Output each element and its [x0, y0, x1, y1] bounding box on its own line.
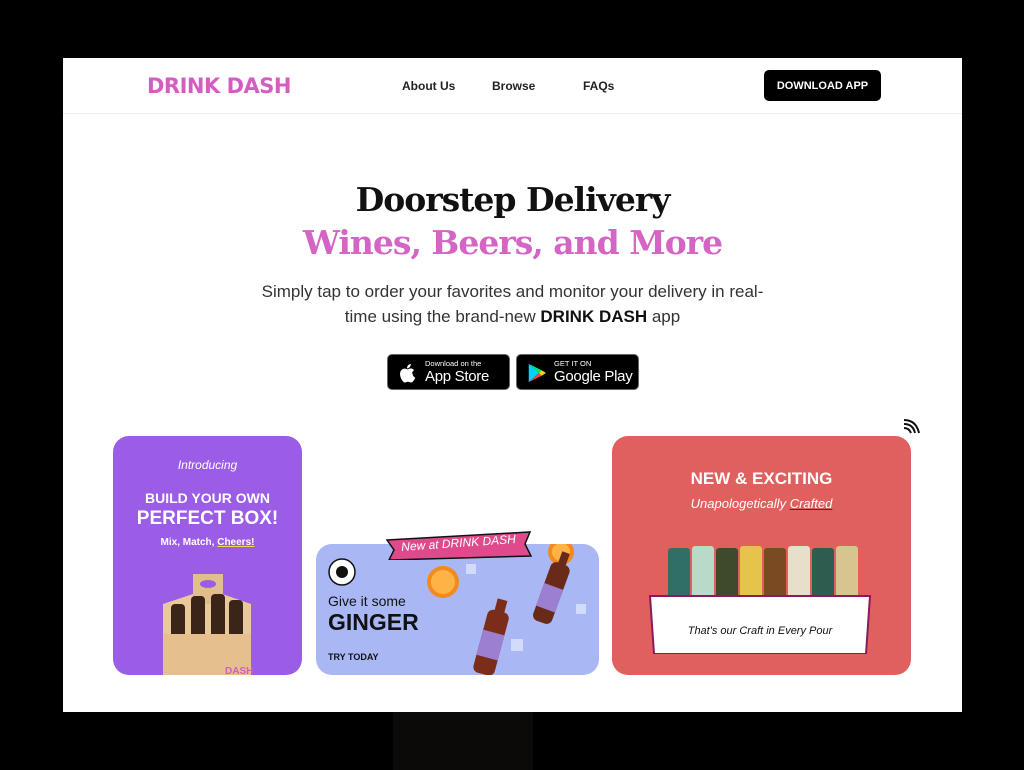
subtitle-brand: DRINK DASH	[540, 307, 648, 326]
google-play-icon	[528, 363, 546, 383]
card-headline-2: PERFECT BOX!	[136, 508, 279, 529]
card-new-headline: NEW & EXCITING	[690, 469, 833, 488]
nav-faqs[interactable]: FAQs	[583, 79, 614, 93]
subtitle-end: app	[647, 307, 681, 326]
app-store-small: Download on the	[425, 359, 482, 368]
card-crafted-sub: Unapologetically Crafted	[612, 496, 911, 511]
google-play-button[interactable]: GET IT ON Google Play	[516, 354, 639, 390]
subtitle-text: Simply tap to order your favorites and m…	[261, 282, 764, 326]
app-store-label: App Store	[425, 368, 490, 385]
hero-title: Doorstep Delivery	[355, 180, 671, 219]
tagline-text: Mix, Match,	[160, 537, 218, 548]
card-ginger-text: GINGER	[328, 609, 419, 635]
nav-browse[interactable]: Browse	[492, 79, 535, 93]
card-tagline: Mix, Match, Cheers!	[113, 537, 302, 548]
nav-about-us[interactable]: About Us	[402, 79, 455, 93]
craft-tagline: That's our Craft in Every Pour	[687, 625, 833, 637]
download-app-button[interactable]: DOWNLOAD APP	[764, 70, 881, 101]
tagline-cheers: Cheers!	[217, 537, 255, 548]
crafted-word: Crafted	[789, 496, 833, 511]
apple-icon	[400, 364, 416, 383]
google-play-small: GET IT ON	[554, 359, 592, 368]
try-today-link[interactable]: TRY TODAY	[328, 652, 379, 662]
six-pack-image: DASH	[163, 574, 253, 675]
top-nav: DRINK DASH About Us Browse FAQs DOWNLOAD…	[63, 58, 962, 114]
seal-icon	[328, 558, 356, 586]
wifi-icon[interactable]	[901, 415, 923, 437]
card-headline-1: BUILD YOUR OWN	[145, 490, 270, 506]
card-intro: Introducing	[177, 458, 238, 472]
app-store-button[interactable]: Download on the App Store	[387, 354, 510, 390]
hero-subtitle: Simply tap to order your favorites and m…	[253, 279, 772, 329]
logo[interactable]: DRINK DASH	[147, 74, 291, 98]
crafted-text: Unapologetically	[690, 496, 790, 511]
background-shadow	[393, 712, 533, 770]
google-play-label: Google Play	[554, 368, 633, 385]
page-frame: DRINK DASH About Us Browse FAQs DOWNLOAD…	[63, 58, 962, 712]
box-print: DASH	[225, 666, 253, 675]
promo-card-craft[interactable]: NEW & EXCITING Unapologetically Crafted …	[612, 436, 911, 675]
ginger-bottles-image	[427, 544, 586, 675]
card-give-text: Give it some	[328, 593, 406, 609]
craft-cans-image	[648, 546, 872, 654]
hero-title-accent: Wines, Beers, and More	[302, 223, 723, 262]
promo-card-ginger[interactable]: Give it some GINGER TRY TODAY	[316, 544, 599, 675]
promo-card-build-box[interactable]: Introducing BUILD YOUR OWN PERFECT BOX! …	[113, 436, 302, 675]
